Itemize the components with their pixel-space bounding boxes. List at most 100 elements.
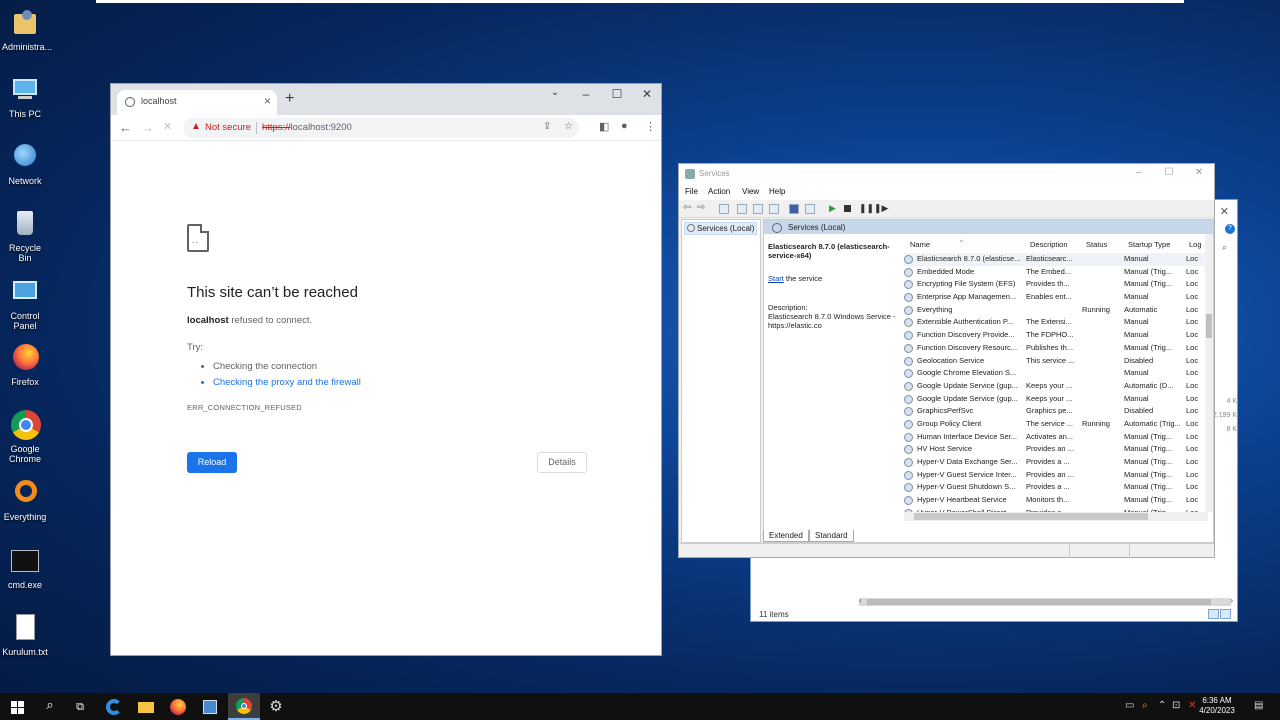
horizontal-scrollbar[interactable] bbox=[859, 598, 1231, 606]
menu-action[interactable]: Action bbox=[708, 187, 730, 196]
start-icon[interactable] bbox=[8, 697, 28, 717]
tab-close-icon[interactable]: × bbox=[264, 94, 271, 108]
share-icon[interactable]: ⇪ bbox=[543, 121, 551, 132]
table-row[interactable]: Google Chrome Elevation S... Manual Loc bbox=[904, 367, 1208, 380]
console-tree-icon[interactable] bbox=[719, 204, 729, 214]
table-row[interactable]: HV Host Service Provides an ... Manual (Tr… bbox=[904, 443, 1208, 456]
close-window-button[interactable]: ✕ bbox=[637, 87, 657, 101]
view-icon[interactable] bbox=[805, 204, 815, 214]
scrollbar-thumb[interactable] bbox=[1206, 314, 1212, 338]
pause-service-icon[interactable]: ❚❚ bbox=[859, 203, 874, 214]
start-service-icon[interactable]: ▶ bbox=[829, 203, 836, 214]
table-row[interactable]: Geolocation Service This service ... Disab… bbox=[904, 355, 1208, 368]
table-row[interactable]: Hyper-V Guest Service Inter... Provides a… bbox=[904, 469, 1208, 482]
server-manager-icon[interactable] bbox=[200, 697, 220, 717]
minimize-button[interactable]: – bbox=[576, 87, 596, 101]
horizontal-scrollbar[interactable] bbox=[904, 512, 1208, 521]
table-row[interactable]: GraphicsPerfSvc Graphics pe... Disabled Loc bbox=[904, 405, 1208, 418]
notification-icon[interactable]: ▤ bbox=[1254, 700, 1263, 711]
tiles-view-icon[interactable] bbox=[1220, 609, 1231, 619]
minimize-button[interactable]: – bbox=[1130, 167, 1148, 178]
desktop-icon-control-panel[interactable]: Control Panel bbox=[2, 277, 48, 331]
services-icon[interactable]: ⚙ bbox=[266, 697, 286, 717]
details-button[interactable]: Details bbox=[537, 452, 587, 473]
profile-icon[interactable]: ● bbox=[621, 120, 628, 132]
edge-icon[interactable] bbox=[104, 697, 124, 717]
search-icon[interactable]: ⌕ bbox=[40, 697, 60, 717]
table-row[interactable]: Elasticsearch 8.7.0 (elasticse... Elastic… bbox=[904, 253, 1208, 266]
table-row[interactable]: Enterprise App Managemen... Enables ent..… bbox=[904, 291, 1208, 304]
tab-extended[interactable]: Extended bbox=[763, 530, 809, 542]
column-name[interactable]: Name bbox=[910, 240, 930, 249]
table-row[interactable]: Google Update Service (gup... Keeps your … bbox=[904, 380, 1208, 393]
security-label[interactable]: Not secure bbox=[205, 122, 251, 133]
table-row[interactable]: Hyper-V Data Exchange Ser... Provides a .… bbox=[904, 456, 1208, 469]
bookmark-star-icon[interactable]: ☆ bbox=[564, 121, 573, 132]
table-row[interactable]: Encrypting File System (EFS) Provides th.… bbox=[904, 278, 1208, 291]
maximize-button[interactable]: ☐ bbox=[1160, 167, 1178, 178]
keyboard-icon[interactable]: ▭ bbox=[1125, 700, 1134, 711]
new-tab-button[interactable]: + bbox=[285, 90, 294, 108]
everything-tray-icon[interactable]: ⌕ bbox=[1142, 700, 1148, 711]
table-row[interactable]: Embedded Mode The Embed... Manual (Trig...… bbox=[904, 266, 1208, 279]
forward-arrow-icon[interactable]: ⇨ bbox=[697, 202, 705, 213]
hidden-icons-icon[interactable]: ⌃ bbox=[1158, 700, 1166, 711]
tree-node-services-local[interactable]: Services (Local) bbox=[684, 222, 758, 235]
column-startup-type[interactable]: Startup Type bbox=[1128, 240, 1170, 249]
firefox-icon[interactable] bbox=[168, 697, 188, 717]
help-icon[interactable]: ? bbox=[1225, 224, 1235, 234]
vertical-scrollbar[interactable] bbox=[1205, 234, 1213, 512]
task-view-icon[interactable]: ⧉ bbox=[70, 697, 90, 717]
table-row[interactable]: Extensible Authentication P... The Extens… bbox=[904, 316, 1208, 329]
network-tray-icon[interactable]: ⊡ bbox=[1172, 700, 1180, 711]
desktop-icon-administrator[interactable]: Administra... bbox=[2, 8, 52, 52]
table-row[interactable]: Google Update Service (gup... Keeps your … bbox=[904, 393, 1208, 406]
table-row[interactable]: Hyper-V Guest Shutdown S... Provides a ..… bbox=[904, 481, 1208, 494]
stop-service-icon[interactable] bbox=[844, 205, 851, 212]
suggestion-link[interactable]: Checking the proxy and the firewall bbox=[213, 375, 587, 391]
column-description[interactable]: Description bbox=[1030, 240, 1068, 249]
close-window-button[interactable]: ✕ bbox=[1190, 167, 1208, 178]
address-bar[interactable]: ▲ Not secure https://localhost:9200 ⇪ ☆ bbox=[183, 118, 579, 138]
tab-standard[interactable]: Standard bbox=[809, 530, 854, 542]
scroll-left-icon[interactable]: ‹ bbox=[859, 596, 862, 605]
maximize-button[interactable]: ☐ bbox=[607, 87, 627, 101]
refresh-icon[interactable] bbox=[753, 204, 763, 214]
scrollbar-thumb[interactable] bbox=[914, 513, 1148, 520]
desktop-icon-recycle-bin[interactable]: Recycle Bin bbox=[2, 209, 48, 263]
forward-button[interactable]: → bbox=[141, 120, 154, 135]
desktop-icon-everything[interactable]: Everything bbox=[2, 478, 48, 522]
column-status[interactable]: Status bbox=[1086, 240, 1107, 249]
chrome-icon[interactable] bbox=[228, 693, 260, 720]
scroll-right-icon[interactable]: › bbox=[1230, 596, 1233, 605]
desktop-icon-kurulum-txt[interactable]: Kurulum.txt bbox=[2, 613, 48, 657]
menu-file[interactable]: File bbox=[685, 187, 698, 196]
back-arrow-icon[interactable]: ⇦ bbox=[683, 202, 691, 213]
search-icon[interactable]: ⌕ bbox=[1222, 242, 1227, 253]
table-row[interactable]: Group Policy Client The service ... Runnin… bbox=[904, 418, 1208, 431]
column-log-on-as[interactable]: Log bbox=[1189, 240, 1202, 249]
table-row[interactable]: Everything Running Automatic Loc bbox=[904, 304, 1208, 317]
desktop-icon-network[interactable]: Network bbox=[2, 142, 48, 186]
side-panel-icon[interactable]: ◧ bbox=[599, 120, 609, 133]
menu-help[interactable]: Help bbox=[769, 187, 785, 196]
file-explorer-icon[interactable] bbox=[136, 697, 156, 717]
export-icon[interactable] bbox=[769, 204, 779, 214]
stop-button[interactable]: ✕ bbox=[163, 120, 172, 133]
properties-icon[interactable] bbox=[737, 204, 747, 214]
clock[interactable]: 6:36 AM 4/20/2023 bbox=[1190, 696, 1244, 716]
table-row[interactable]: Human Interface Device Ser... Activates a… bbox=[904, 431, 1208, 444]
reload-button[interactable]: Reload bbox=[187, 452, 237, 473]
tab-search-icon[interactable]: ⌄ bbox=[545, 87, 565, 98]
desktop-icon-cmd[interactable]: cmd.exe bbox=[2, 546, 48, 590]
details-view-icon[interactable] bbox=[1208, 609, 1219, 619]
start-service-link[interactable]: Start bbox=[768, 274, 784, 283]
desktop-icon-google-chrome[interactable]: Google Chrome bbox=[2, 410, 48, 464]
scrollbar-thumb[interactable] bbox=[867, 599, 1211, 605]
restart-service-icon[interactable]: ❚▶ bbox=[874, 203, 888, 214]
menu-icon[interactable]: ⋮ bbox=[645, 120, 656, 133]
url-text[interactable]: https://localhost:9200 bbox=[262, 122, 352, 133]
view-toggle[interactable] bbox=[1207, 608, 1233, 619]
desktop-icon-firefox[interactable]: Firefox bbox=[2, 343, 48, 387]
help-book-icon[interactable] bbox=[789, 204, 799, 214]
